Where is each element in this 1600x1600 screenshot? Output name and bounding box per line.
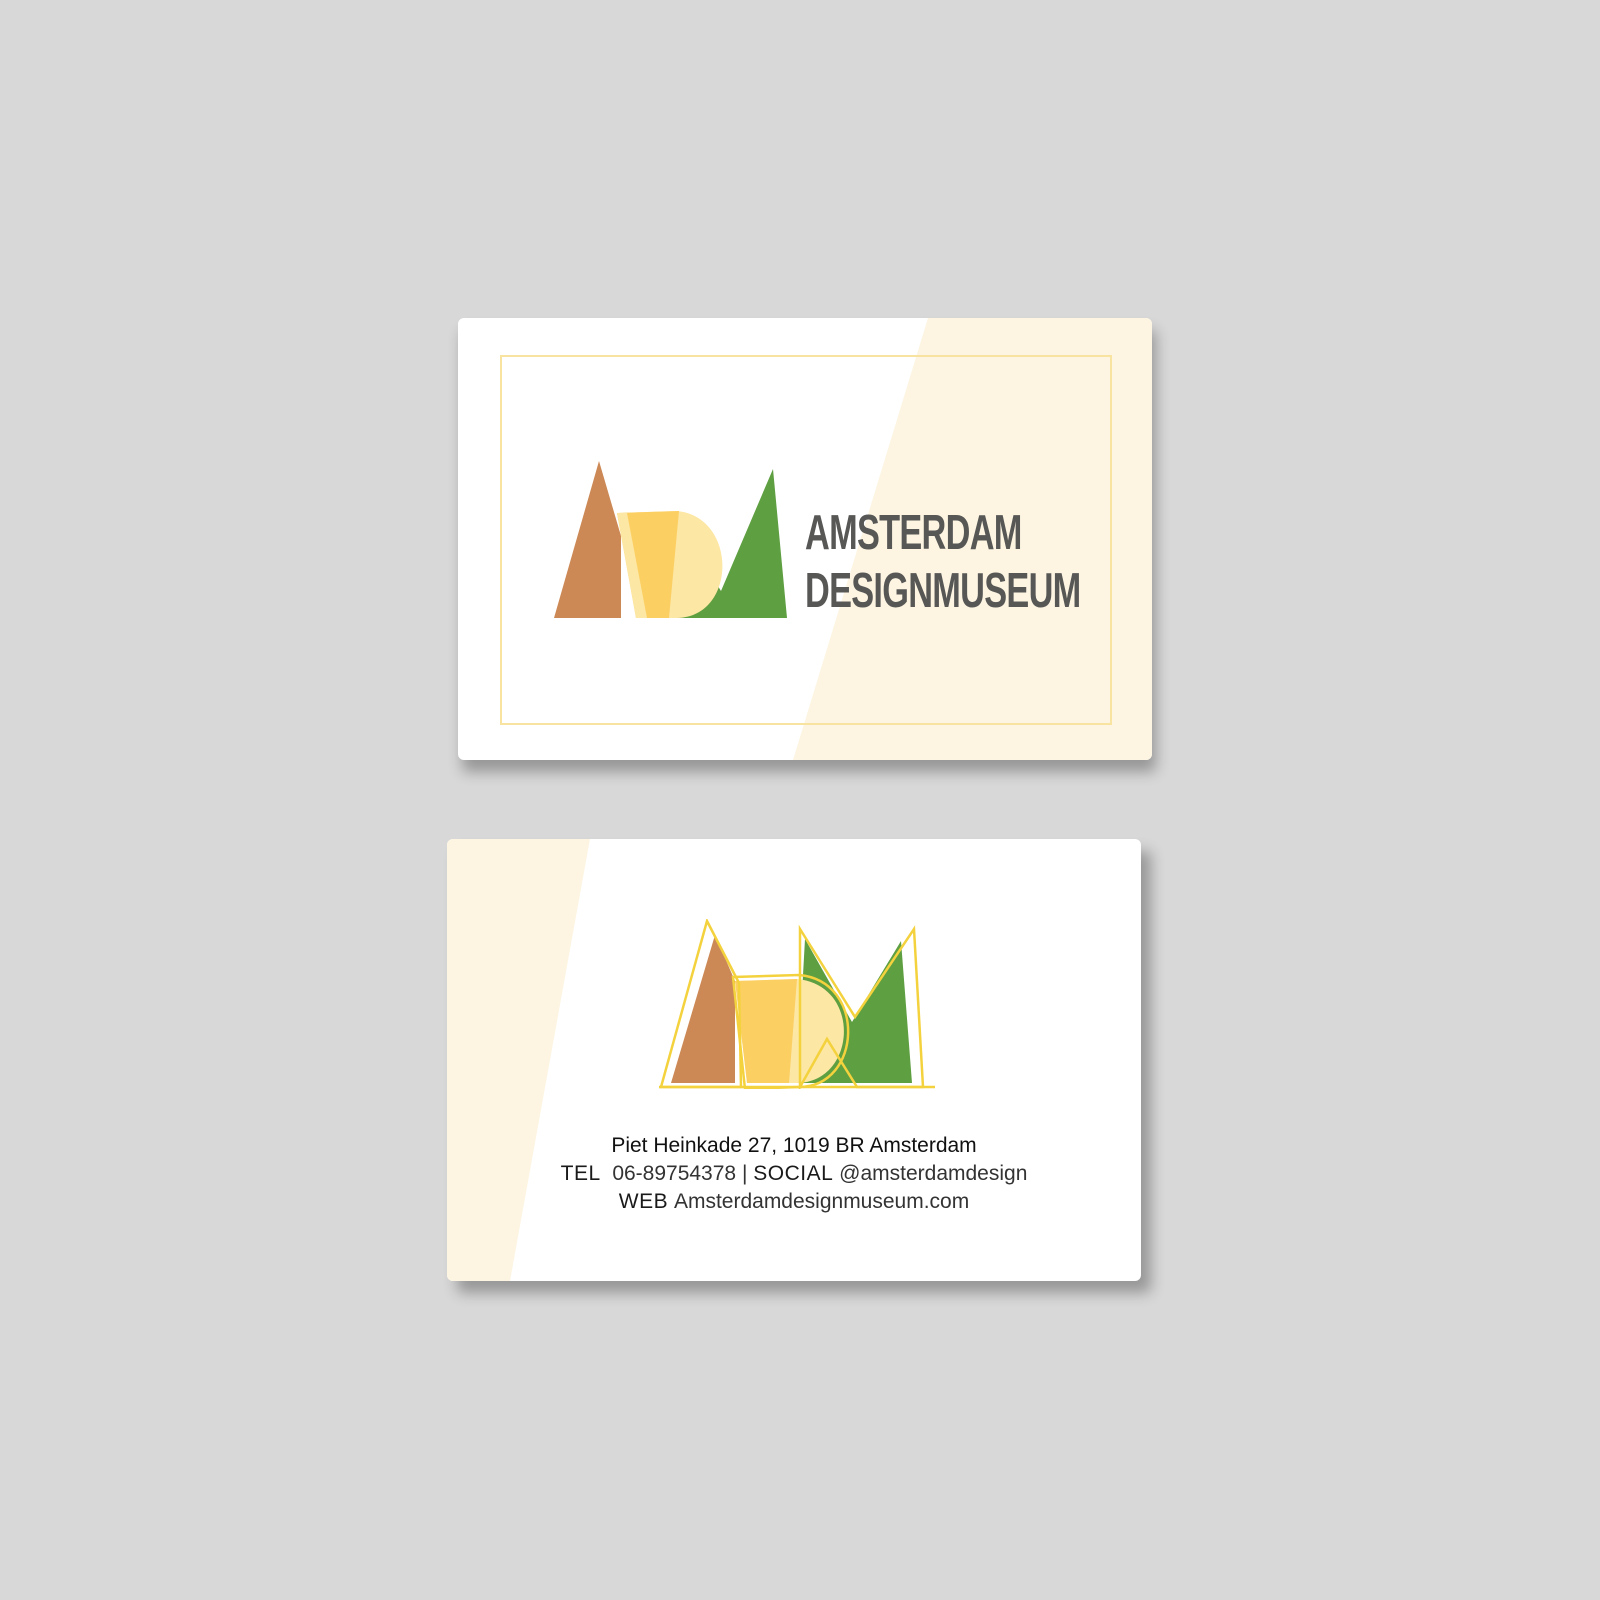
business-card-front: AMSTERDAM DESIGNMUSEUM	[458, 318, 1152, 760]
business-card-back: Piet Heinkade 27, 1019 BR Amsterdam TEL …	[447, 839, 1141, 1281]
museum-wordmark: AMSTERDAM DESIGNMUSEUM	[805, 504, 1081, 620]
tel-label: TEL	[560, 1162, 601, 1185]
tel-social-line: TEL 06-89754378 | SOCIAL @amsterdamdesig…	[447, 1160, 1141, 1188]
web-value: Amsterdamdesignmuseum.com	[673, 1190, 970, 1213]
web-line: WEB Amsterdamdesignmuseum.com	[447, 1188, 1141, 1216]
adm-monogram-logo	[554, 461, 787, 618]
wordmark-line-amsterdam: AMSTERDAM	[805, 506, 1022, 560]
adm-monogram-outline-logo	[659, 919, 935, 1089]
wordmark-line-designmuseum: DESIGNMUSEUM	[805, 564, 1081, 618]
address-line: Piet Heinkade 27, 1019 BR Amsterdam	[611, 1134, 977, 1157]
social-label: SOCIAL	[753, 1162, 834, 1185]
separator: |	[741, 1162, 748, 1185]
web-label: WEB	[618, 1190, 669, 1213]
contact-details: Piet Heinkade 27, 1019 BR Amsterdam TEL …	[447, 1132, 1141, 1216]
social-value: @amsterdamdesign	[839, 1162, 1028, 1185]
tel-value: 06-89754378	[612, 1162, 737, 1185]
